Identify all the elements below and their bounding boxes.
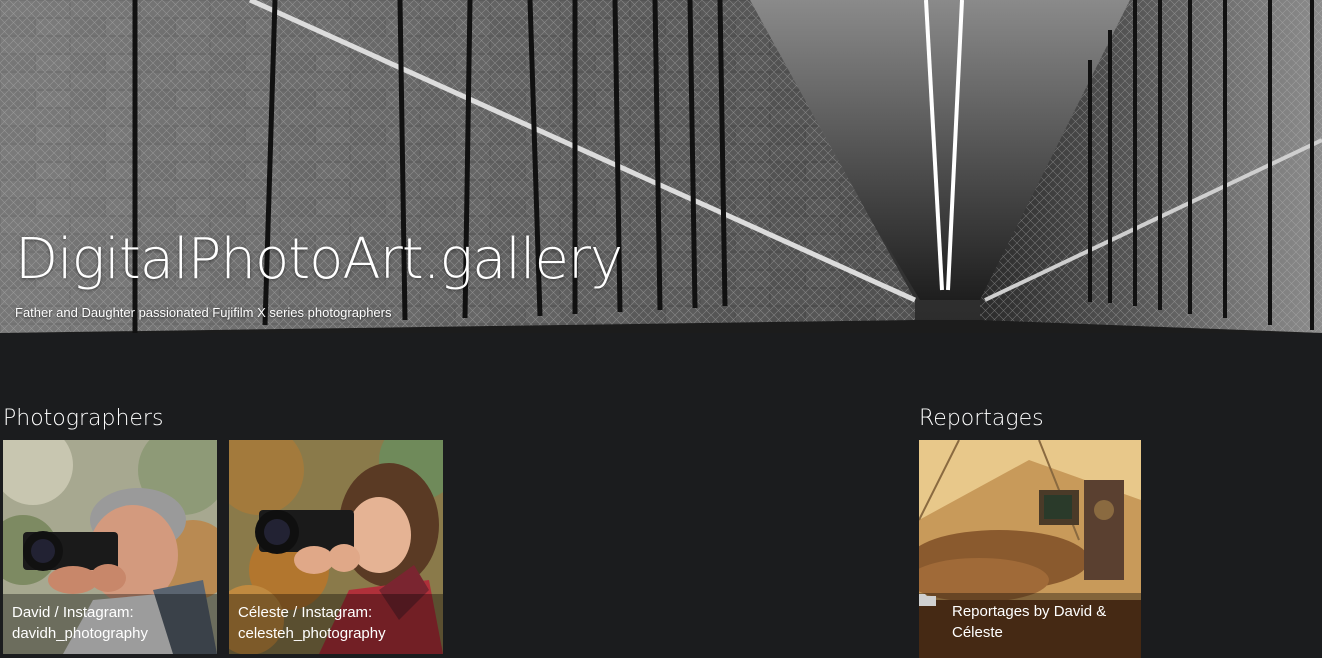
photographer-card-celeste[interactable]: Céleste / Instagram: celesteh_photograph…: [229, 440, 443, 654]
reportage-card-caption: Reportages by David & Céleste: [919, 593, 1141, 658]
site-title[interactable]: DigitalPhotoArt.gallery: [15, 232, 623, 288]
folder-icon: [919, 594, 936, 606]
section-heading-reportages: Reportages: [919, 406, 1044, 431]
photographer-card-caption: David / Instagram: davidh_photography: [3, 594, 217, 654]
photographer-card-david[interactable]: David / Instagram: davidh_photography: [3, 440, 217, 654]
hero-banner: DigitalPhotoArt.gallery Father and Daugh…: [0, 0, 1322, 333]
reportage-card-label: Reportages by David & Céleste: [952, 603, 1107, 641]
photographer-card-caption: Céleste / Instagram: celesteh_photograph…: [229, 594, 443, 654]
site-subtitle: Father and Daughter passionated Fujifilm…: [15, 305, 392, 320]
section-heading-photographers: Photographers: [3, 406, 164, 431]
reportage-card[interactable]: Reportages by David & Céleste: [919, 440, 1141, 658]
